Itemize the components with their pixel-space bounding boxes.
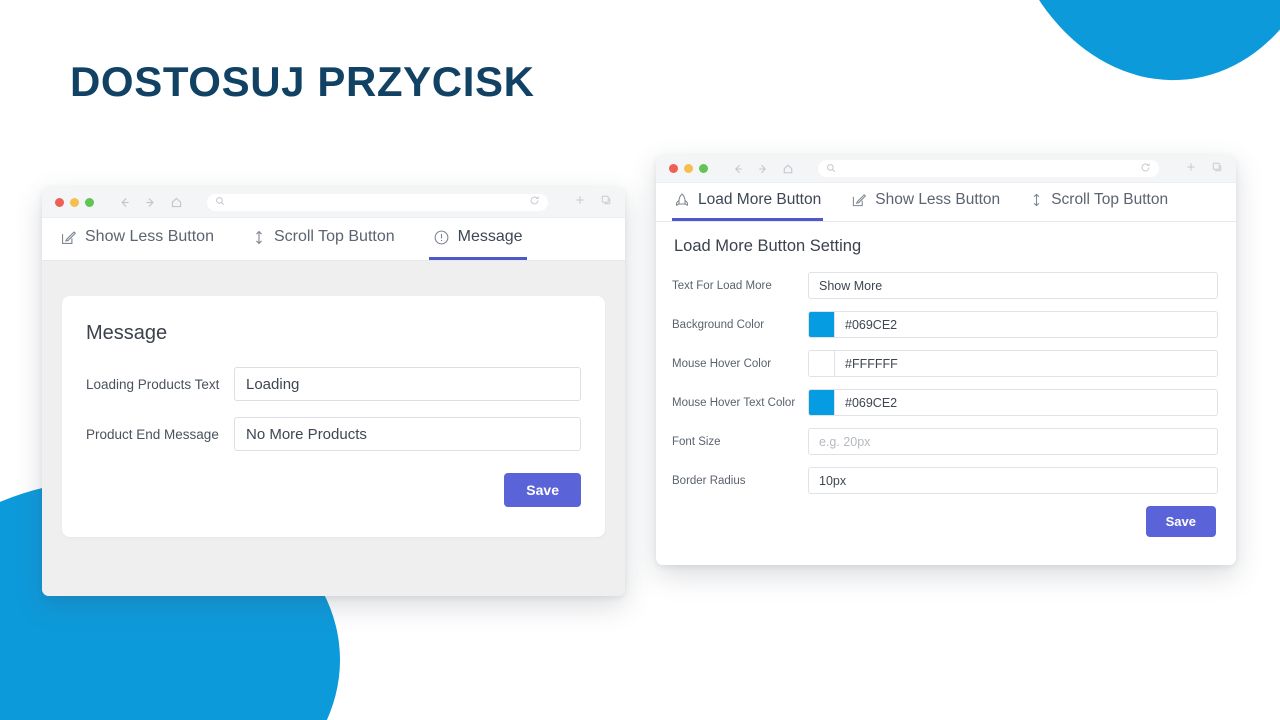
field-label: Border Radius [672,474,746,487]
mouse-hover-color-input[interactable]: #FFFFFF [808,350,1218,377]
search-icon [826,160,836,178]
search-icon [215,193,225,211]
field-label: Font Size [672,435,721,448]
color-swatch[interactable] [809,390,835,415]
tab-label: Show Less Button [875,191,1001,208]
address-bar-right[interactable] [818,160,1159,177]
field-label: Loading Products Text [86,376,220,392]
text-for-load-more-input[interactable]: Show More [808,272,1218,299]
field-row-text-for-load-more: Text For Load More Show More [672,272,1218,299]
field-label: Mouse Hover Color [672,357,772,370]
home-icon[interactable] [170,196,183,209]
field-value: #069CE2 [845,395,898,410]
browser-chrome-right-actions-left [564,193,612,211]
edit-pencil-square-icon [60,229,77,246]
browser-window-right: Load More Button Show Less Button Scroll… [656,155,1236,565]
window-traffic-lights [669,164,708,173]
field-label: Mouse Hover Text Color [672,396,796,409]
browser-nav-buttons [732,163,794,175]
browser-chrome-left [42,187,625,218]
field-value: #FFFFFF [845,356,898,371]
card-title: Message [86,322,168,344]
tab-show-less-button[interactable]: Show Less Button [56,218,218,260]
field-row-mouse-hover-color: Mouse Hover Color #FFFFFF [672,350,1218,377]
message-settings-card: Message Loading Products Text Loading Pr… [62,296,605,537]
field-row-background-color: Background Color #069CE2 [672,311,1218,338]
panel-actions: Save [672,506,1218,537]
field-row-font-size: Font Size e.g. 20px [672,428,1218,455]
left-window-body: Message Loading Products Text Loading Pr… [42,261,625,596]
browser-chrome-right [656,155,1236,183]
address-bar-left[interactable] [207,193,548,211]
font-size-input[interactable]: e.g. 20px [808,428,1218,455]
close-window-dot[interactable] [669,164,678,173]
arrow-left-icon[interactable] [118,196,131,209]
tab-label: Scroll Top Button [1051,191,1169,208]
minimize-window-dot[interactable] [70,197,79,207]
maximize-window-dot[interactable] [85,197,94,207]
tab-strip-left: Show Less Button Scroll Top Button Messa… [42,218,625,261]
tab-label: Show Less Button [85,228,214,245]
field-value: #069CE2 [845,317,898,332]
field-value: 10px [819,473,847,488]
window-traffic-lights [55,197,94,207]
browser-nav-buttons [118,196,183,209]
plus-icon[interactable] [1185,160,1197,178]
tab-load-more-button[interactable]: Load More Button [672,183,824,221]
field-row-border-radius: Border Radius 10px [672,467,1218,494]
arrow-right-icon[interactable] [144,196,157,209]
decorative-blob-top-right [998,0,1280,97]
tab-label: Message [457,228,523,245]
arrow-left-icon[interactable] [732,163,744,175]
tab-message[interactable]: Message [428,218,527,260]
minimize-window-dot[interactable] [684,164,693,173]
arrows-up-down-icon [252,229,266,246]
edit-pencil-square-icon [851,192,867,208]
field-row-product-end-message: Product End Message No More Products [86,417,581,451]
close-window-dot[interactable] [55,197,64,207]
border-radius-input[interactable]: 10px [808,467,1218,494]
reload-icon[interactable] [529,193,540,211]
tab-scroll-top-button[interactable]: Scroll Top Button [248,218,399,260]
exclamation-circle-icon [433,229,450,246]
maximize-window-dot[interactable] [699,164,708,173]
field-label: Background Color [672,318,765,331]
card-actions: Save [86,473,581,507]
tab-show-less-button[interactable]: Show Less Button [849,183,1002,221]
right-window-body: Load More Button Setting Text For Load M… [656,222,1236,565]
arrow-right-icon[interactable] [757,163,769,175]
field-value: Loading [246,375,300,393]
field-label: Product End Message [86,426,219,442]
tab-label: Load More Button [698,191,822,208]
browser-chrome-right-actions-right [1175,160,1223,178]
tab-strip-right: Load More Button Show Less Button Scroll… [656,183,1236,222]
save-button[interactable]: Save [504,473,581,507]
product-end-message-input[interactable]: No More Products [234,417,581,451]
save-button[interactable]: Save [1145,506,1216,537]
browser-window-left: Show Less Button Scroll Top Button Messa… [42,187,625,596]
copy-icon[interactable] [1211,160,1223,178]
page-title: DOSTOSUJ PRZYCISK [70,58,535,105]
slide-canvas: DOSTOSUJ PRZYCISK Show Less Button Scrol… [0,0,1280,720]
home-icon[interactable] [782,163,794,175]
background-color-input[interactable]: #069CE2 [808,311,1218,338]
copy-icon[interactable] [600,193,612,211]
plus-icon[interactable] [574,193,586,211]
panel-title: Load More Button Setting [674,237,862,255]
reload-icon[interactable] [1140,160,1151,178]
field-label: Text For Load More [672,279,772,292]
field-row-mouse-hover-text-color: Mouse Hover Text Color #069CE2 [672,389,1218,416]
mouse-hover-text-color-input[interactable]: #069CE2 [808,389,1218,416]
arrows-up-down-icon [1030,192,1043,208]
loading-products-text-input[interactable]: Loading [234,367,581,401]
tab-label: Scroll Top Button [273,228,395,245]
field-row-loading-products-text: Loading Products Text Loading [86,367,581,401]
rocket-icon [674,192,690,208]
color-swatch[interactable] [809,351,835,376]
field-placeholder: e.g. 20px [819,434,871,449]
tab-scroll-top-button[interactable]: Scroll Top Button [1028,183,1170,221]
field-value: Show More [819,278,883,293]
color-swatch[interactable] [809,312,835,337]
field-value: No More Products [246,425,367,443]
